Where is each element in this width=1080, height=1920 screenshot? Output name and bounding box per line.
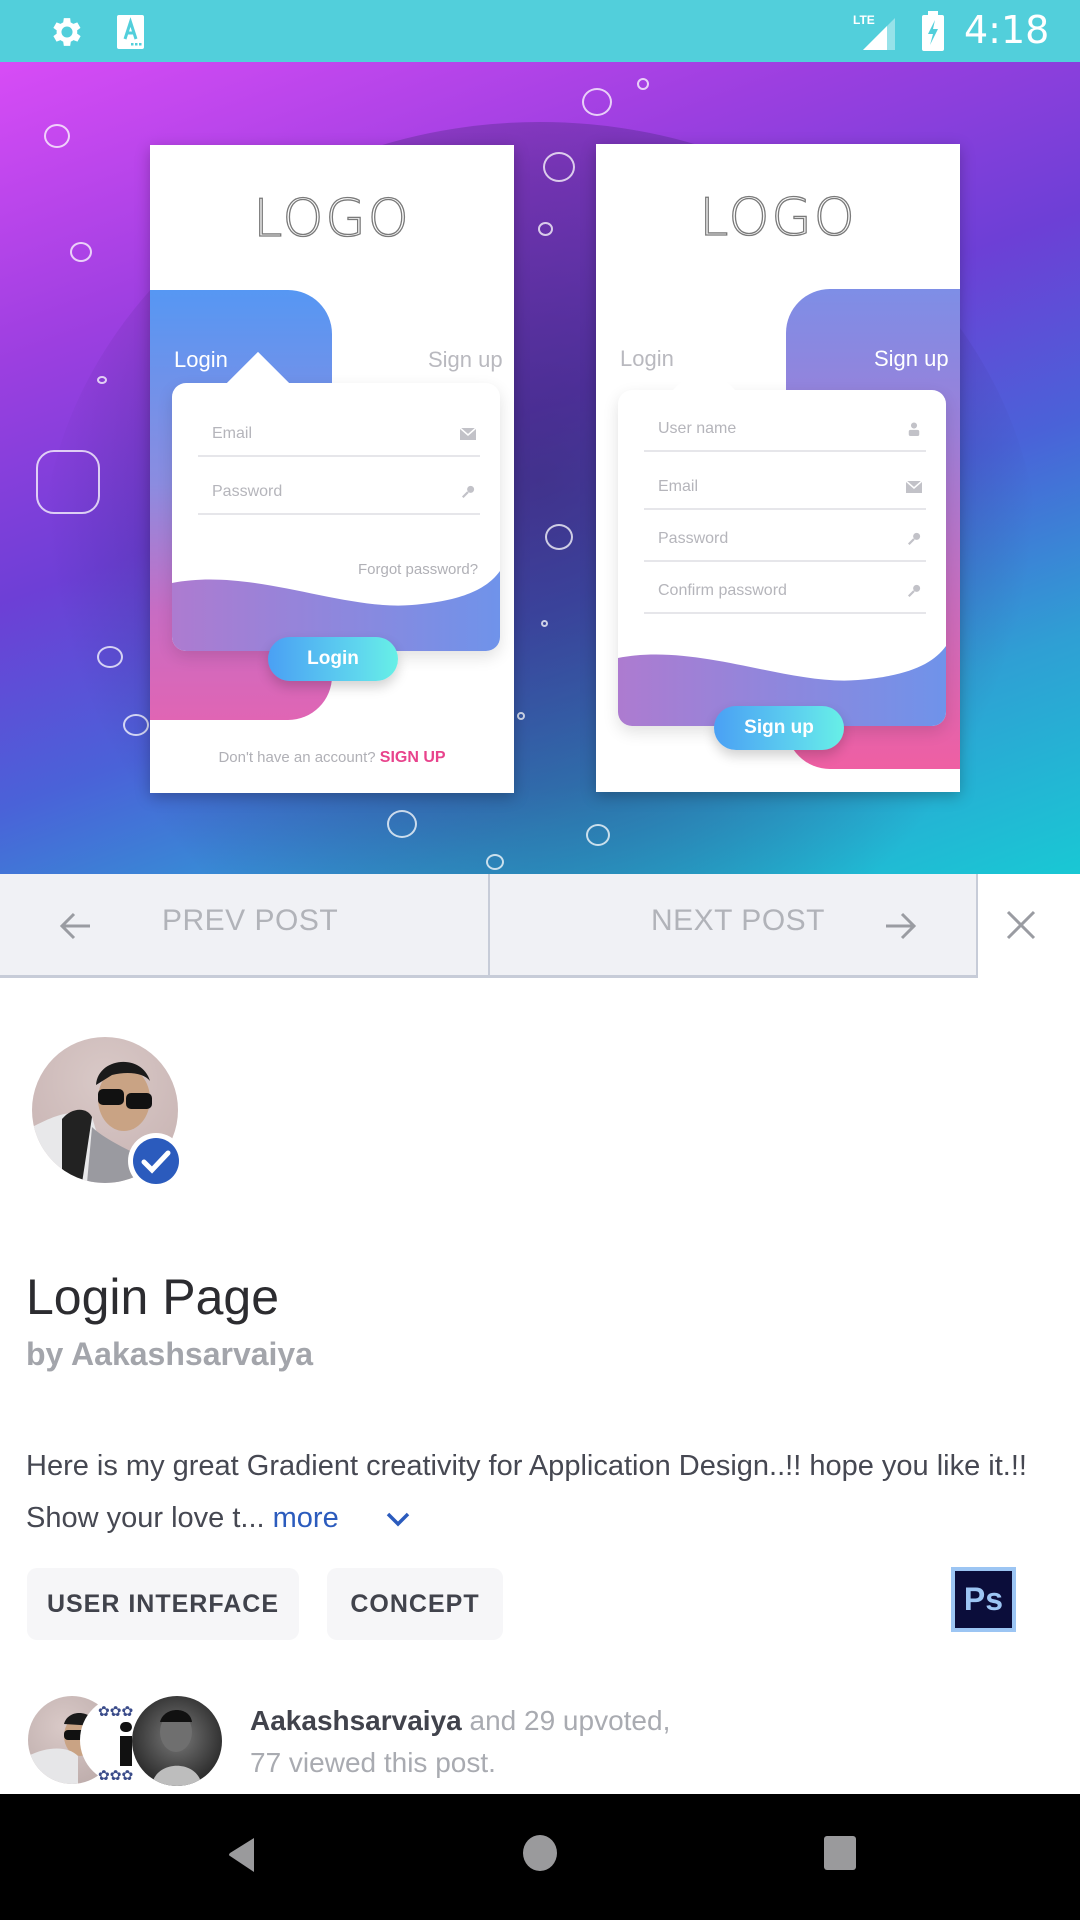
mock-login-button: Login	[268, 637, 398, 681]
mock-signup-button: Sign up	[714, 706, 844, 750]
checkmark-icon	[141, 1150, 171, 1174]
close-icon[interactable]	[1004, 908, 1038, 942]
post-title: Login Page	[26, 1269, 280, 1325]
user-icon	[908, 422, 920, 436]
key-icon	[461, 485, 475, 499]
photoshop-icon: Ps	[951, 1567, 1016, 1632]
tag-concept[interactable]: CONCEPT	[327, 1568, 503, 1640]
bubble-decoration	[586, 824, 610, 846]
svg-text:✿✿✿: ✿✿✿	[98, 1767, 133, 1783]
home-icon[interactable]	[523, 1835, 557, 1871]
view-count: 77 viewed this post.	[250, 1747, 496, 1778]
bubble-decoration	[44, 124, 70, 148]
bubble-decoration	[543, 152, 575, 182]
mock-email-field: Email	[198, 401, 480, 457]
lte-signal-icon: LTE	[853, 13, 895, 50]
system-nav-bar	[0, 1794, 1080, 1920]
bubble-decoration	[97, 646, 123, 668]
mock-tab-login: Login	[174, 347, 228, 372]
post-description: Here is my great Gradient creativity for…	[26, 1440, 1046, 1544]
upvote-summary: Aakashsarvaiya and 29 upvoted, 77 viewed…	[250, 1705, 671, 1778]
login-mockup: LOGO Login Sign up Email Password Forgot…	[150, 145, 514, 793]
next-post-label: NEXT POST	[651, 904, 825, 937]
signup-mockup: LOGO Login Sign up User name Email Passw…	[596, 144, 960, 792]
mock-tab-signup: Sign up	[874, 346, 949, 371]
verified-badge	[128, 1133, 184, 1189]
bubble-decoration	[637, 78, 649, 90]
post-hero-image[interactable]: LOGO Login Sign up Email Password Forgot…	[0, 62, 1080, 874]
chevron-down-icon[interactable]	[385, 1510, 411, 1528]
mock-logo: LOGO	[699, 187, 857, 248]
upvote-user[interactable]: Aakashsarvaiya	[250, 1705, 462, 1736]
mock-signup-link: SIGN UP	[379, 749, 446, 766]
key-icon	[907, 584, 921, 598]
a-keyboard-icon	[117, 15, 144, 49]
bubble-decoration	[541, 620, 548, 627]
envelope-icon	[460, 427, 476, 440]
bubble-decoration	[486, 854, 504, 870]
svg-text:✿✿✿: ✿✿✿	[98, 1703, 133, 1719]
next-post-button[interactable]: NEXT POST	[490, 874, 978, 978]
bubble-decoration	[123, 714, 149, 736]
back-icon[interactable]	[226, 1836, 256, 1874]
bubble-decoration	[387, 810, 417, 838]
bubble-decoration	[70, 242, 92, 262]
mock-logo: LOGO	[253, 188, 411, 249]
key-icon	[907, 532, 921, 546]
bubble-decoration	[582, 88, 612, 116]
rounded-square-decoration	[36, 450, 100, 514]
mock-confirm-password-field: Confirm password	[644, 558, 926, 614]
clock: 4:18	[964, 8, 1050, 52]
upvoter-avatar	[132, 1696, 222, 1786]
tag-user-interface[interactable]: USER INTERFACE	[27, 1568, 299, 1640]
mock-password-field: Password	[644, 506, 926, 562]
upvoter-avatars[interactable]: ✿✿✿ ✿✿✿	[28, 1696, 224, 1788]
post-author[interactable]: by Aakashsarvaiya	[26, 1336, 313, 1373]
mock-tab-signup: Sign up	[428, 347, 503, 372]
more-link[interactable]: more	[273, 1502, 339, 1534]
author-avatar[interactable]	[32, 1037, 184, 1189]
description-text: Here is my great Gradient creativity for…	[26, 1450, 1027, 1534]
login-form-card: Email Password Forgot password?	[172, 383, 500, 651]
bubble-decoration	[538, 222, 553, 236]
arrow-left-icon	[59, 912, 90, 940]
recents-icon[interactable]	[824, 1836, 856, 1870]
svg-text:LTE: LTE	[853, 13, 875, 27]
envelope-icon	[906, 480, 922, 493]
battery-charging-icon	[922, 11, 944, 51]
status-bar: LTE 4:18	[0, 0, 1080, 62]
mock-email-field: Email	[644, 454, 926, 510]
bubble-decoration	[97, 376, 107, 384]
mock-no-account-text: Don't have an account? SIGN UP	[218, 749, 446, 766]
bubble-decoration	[517, 712, 525, 720]
mock-password-field: Password	[198, 459, 480, 515]
mock-tab-login: Login	[620, 346, 674, 371]
bubble-decoration	[545, 524, 573, 550]
prev-post-label: PREV POST	[162, 904, 339, 937]
arrow-right-icon	[886, 912, 917, 940]
signup-form-card: User name Email Password Confirm passwor…	[618, 390, 946, 726]
gear-icon	[53, 18, 81, 46]
prev-post-button[interactable]: PREV POST	[0, 874, 490, 978]
post-navigation: PREV POST NEXT POST	[0, 874, 1080, 978]
